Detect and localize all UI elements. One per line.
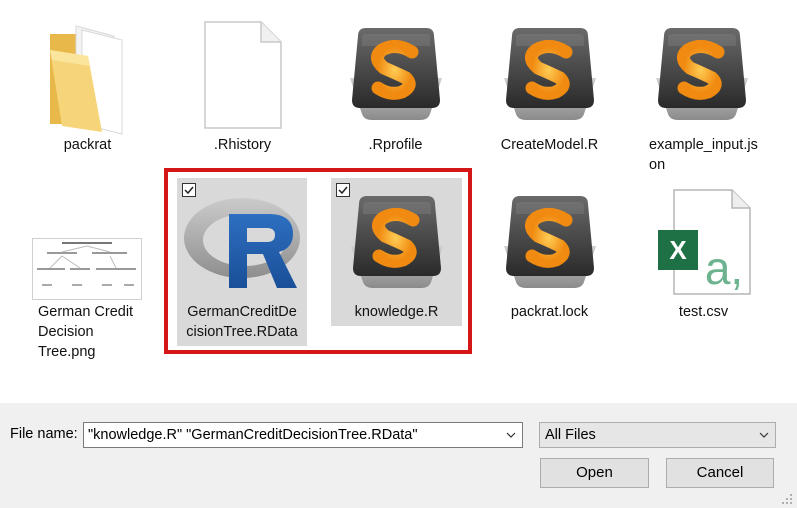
svg-text:X: X	[669, 235, 687, 265]
file-label: .Rhistory	[213, 137, 272, 153]
folder-icon	[50, 25, 123, 135]
file-item-packrat-lock[interactable]: packrat.lock	[482, 178, 617, 328]
file-item-packrat-folder[interactable]: packrat	[20, 10, 155, 160]
sublime-text-icon	[340, 16, 452, 128]
dropdown-arrow	[759, 423, 769, 447]
file-label: test.csv	[678, 304, 729, 320]
file-label: .Rprofile	[368, 137, 423, 153]
sublime-text-icon	[646, 16, 758, 128]
file-type-select[interactable]: All Files	[539, 422, 776, 448]
file-item-example-input[interactable]: example_input.js on	[636, 10, 776, 175]
file-name-dropdown-button[interactable]	[500, 423, 522, 447]
open-button[interactable]: Open	[540, 458, 649, 488]
chevron-down-icon	[506, 432, 516, 438]
resize-grip-icon[interactable]	[781, 493, 793, 505]
file-item-test-csv[interactable]: X a, test.csv	[636, 178, 771, 328]
file-item-german-png[interactable]: German Credit Decision Tree.png	[20, 180, 160, 365]
blank-file-icon	[204, 21, 282, 129]
file-label: packrat	[63, 137, 112, 153]
file-label: packrat.lock	[510, 304, 589, 320]
file-dialog-footer	[0, 403, 797, 508]
svg-text:a,: a,	[705, 242, 743, 294]
sublime-text-icon	[494, 16, 606, 128]
file-name-input[interactable]: "knowledge.R" "GermanCreditDecisionTree.…	[83, 422, 523, 448]
chevron-down-icon	[759, 432, 769, 438]
file-item-rhistory[interactable]: .Rhistory	[175, 10, 310, 160]
file-label: German Credit Decision Tree.png	[38, 304, 134, 360]
sublime-text-icon	[494, 184, 606, 296]
vertical-scrollbar[interactable]	[787, 0, 797, 403]
file-name-label: File name:	[10, 426, 78, 442]
cancel-button[interactable]: Cancel	[666, 458, 774, 488]
file-type-value: All Files	[545, 427, 596, 443]
excel-csv-icon: X a,	[658, 189, 751, 295]
image-thumbnail-icon	[32, 238, 142, 300]
annotation-highlight-box	[164, 168, 472, 354]
file-label: CreateModel.R	[500, 137, 599, 153]
file-name-value: "knowledge.R" "GermanCreditDecisionTree.…	[88, 427, 418, 443]
file-item-createmodel[interactable]: CreateModel.R	[482, 10, 617, 160]
file-list-view[interactable]: packrat .Rhistory .Rprofile CreateModel.…	[0, 0, 797, 403]
file-label: example_input.js on	[649, 137, 758, 173]
file-item-rprofile[interactable]: .Rprofile	[328, 10, 463, 160]
